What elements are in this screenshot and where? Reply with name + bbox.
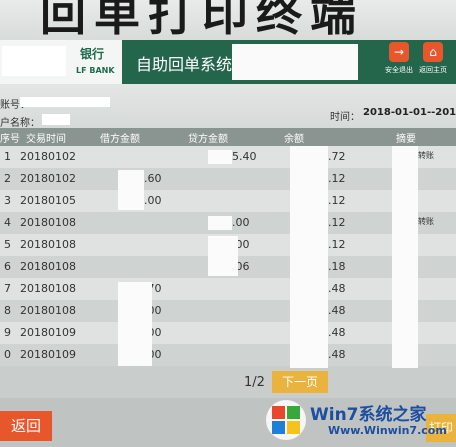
cell-date: 20180109: [20, 348, 76, 361]
pagination: 1/2 下一页: [0, 368, 456, 398]
cell-balance: .12: [328, 194, 346, 207]
home-icon: ⌂: [423, 42, 443, 62]
app-header: 银行 LF BANK 自助回单系统 → 安全退出 ⌂ 返回主页: [0, 40, 456, 84]
bank-name: 银行: [80, 47, 105, 61]
time-label: 时间：: [330, 112, 360, 123]
account-info: 账号： 户名称： 时间： 2018-01-01--2018-0: [0, 84, 456, 129]
redacted-memo: [392, 146, 418, 368]
redacted-debit: [118, 170, 144, 210]
col-date: 交易时间: [26, 134, 66, 145]
home-button[interactable]: ⌂ 返回主页: [414, 42, 452, 75]
table-row[interactable]: 0 20180109 .00 .48: [0, 344, 456, 366]
cell-balance: .12: [328, 238, 346, 251]
table-row[interactable]: 8 20180108 .00 .48: [0, 300, 456, 322]
windows-logo-icon: [266, 400, 306, 440]
top-banner: 回单打印终端: [0, 0, 456, 40]
banner-text: 回单打印终端: [40, 0, 364, 40]
cell-balance: .72: [328, 150, 346, 163]
cell-balance: .12: [328, 216, 346, 229]
cell-credit: 5.40: [232, 150, 257, 163]
page-indicator: 1/2: [244, 375, 265, 390]
redacted-title: [232, 44, 358, 80]
redacted-account: [20, 97, 110, 107]
cell-date: 20180108: [20, 282, 76, 295]
table-row[interactable]: 3 20180105 .00 .12: [0, 190, 456, 212]
bank-name-en: LF BANK: [76, 66, 115, 75]
exit-label: 安全退出: [385, 66, 413, 74]
cell-date: 20180108: [20, 304, 76, 317]
home-label: 返回主页: [419, 66, 447, 74]
col-debit: 借方金额: [100, 134, 140, 145]
cell-no: 9: [4, 326, 11, 339]
cell-balance: .48: [328, 304, 346, 317]
redacted-name: [42, 114, 70, 125]
redacted-credit: [208, 150, 232, 164]
cell-balance: .12: [328, 172, 346, 185]
table-row[interactable]: 7 20180108 .70 .48: [0, 278, 456, 300]
cell-no: 7: [4, 282, 11, 295]
cell-date: 20180108: [20, 216, 76, 229]
cell-balance: .18: [328, 260, 346, 273]
cell-balance: .48: [328, 348, 346, 361]
cell-debit: .60: [144, 172, 162, 185]
watermark: Win7系统之家 Www.Winwin7.com: [262, 398, 456, 447]
redacted-balance: [290, 146, 328, 368]
next-page-button[interactable]: 下一页: [272, 371, 328, 393]
cell-date: 20180102: [20, 172, 76, 185]
col-no: 序号: [0, 134, 20, 145]
name-label: 户名称：: [0, 118, 40, 129]
cell-balance: .48: [328, 326, 346, 339]
exit-icon: →: [389, 42, 409, 62]
col-credit: 贷方金额: [188, 134, 228, 145]
exit-button[interactable]: → 安全退出: [380, 42, 418, 75]
redacted-logo: [2, 46, 66, 76]
cell-balance: .48: [328, 282, 346, 295]
cell-credit: .00: [232, 216, 250, 229]
cell-no: 6: [4, 260, 11, 273]
cell-memo: 转账: [418, 217, 434, 226]
cell-no: 0: [4, 348, 11, 361]
bank-logo: 银行 LF BANK: [0, 40, 122, 84]
table-header: 序号 交易时间 借方金额 贷方金额 余额 摘要: [0, 128, 456, 146]
redacted-debit: [118, 282, 152, 366]
system-title: 自助回单系统: [136, 55, 233, 74]
cell-date: 20180102: [20, 150, 76, 163]
cell-date: 20180109: [20, 326, 76, 339]
cell-memo: 转账: [418, 151, 434, 160]
cell-date: 20180108: [20, 238, 76, 251]
time-range: 2018-01-01--2018-0: [363, 107, 456, 118]
col-balance: 余额: [284, 134, 304, 145]
table-row[interactable]: 2 20180102 .60 .12: [0, 168, 456, 190]
watermark-site: Www.Winwin7.com: [328, 424, 447, 437]
cell-no: 4: [4, 216, 11, 229]
redacted-credit: [208, 216, 232, 230]
col-memo: 摘要: [396, 134, 416, 145]
cell-no: 3: [4, 194, 11, 207]
cell-debit: .00: [144, 194, 162, 207]
cell-date: 20180105: [20, 194, 76, 207]
cell-no: 1: [4, 150, 11, 163]
back-button[interactable]: 返回: [0, 411, 52, 441]
cell-date: 20180108: [20, 260, 76, 273]
cell-no: 8: [4, 304, 11, 317]
redacted-credit: [208, 236, 238, 276]
cell-no: 2: [4, 172, 11, 185]
table-row[interactable]: 9 20180109 .00 .48: [0, 322, 456, 344]
watermark-brand: Win7系统之家: [310, 405, 427, 425]
cell-no: 5: [4, 238, 11, 251]
